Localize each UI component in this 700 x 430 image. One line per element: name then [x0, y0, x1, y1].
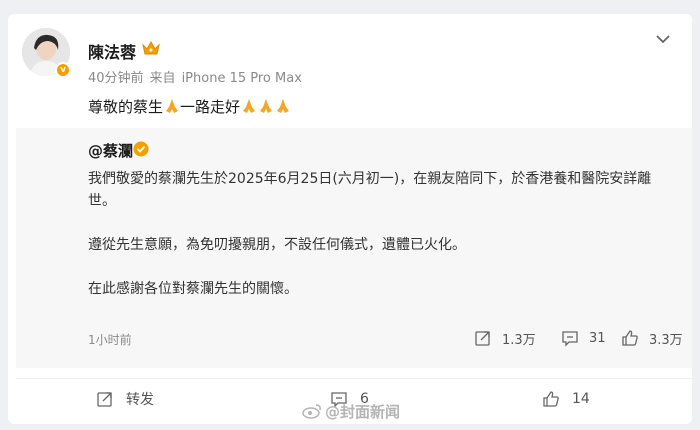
weibo-post-card: v 陳法蓉 40分钟前 来自 iPhone 15 Pro Max 尊敬的蔡生 一路走好…: [8, 14, 692, 424]
post-time[interactable]: 40分钟前: [88, 71, 144, 86]
watermark-text: @封面新闻: [325, 402, 401, 421]
verified-icon: [133, 141, 149, 157]
like-icon: [543, 391, 559, 407]
repost-author[interactable]: @蔡瀾: [88, 140, 133, 161]
repost-button-label: 转发: [126, 392, 154, 408]
pray-icon: [277, 99, 290, 113]
like-button[interactable]: 14: [542, 384, 590, 414]
weibo-logo-icon: [302, 404, 321, 419]
post-text: 尊敬的蔡生 一路走好: [88, 96, 291, 117]
divider: [16, 378, 692, 379]
post-text-mid: 一路走好: [180, 98, 241, 116]
post-meta: 40分钟前 来自 iPhone 15 Pro Max: [88, 67, 308, 86]
repost-stat-share[interactable]: 1.3万: [474, 328, 536, 348]
like-icon: [622, 330, 638, 346]
watermark: @封面新闻: [302, 400, 400, 422]
repost-stat-comment[interactable]: 31: [561, 328, 606, 348]
verified-badge-icon: v: [55, 62, 71, 78]
repost-body: 我們敬愛的蔡瀾先生於2025年6月25日(六月初一)，在親友陪同下，於香港養和醫…: [88, 168, 678, 322]
comment-icon: [562, 331, 578, 347]
like-count: 3.3万: [649, 332, 683, 348]
pray-icon: [243, 99, 256, 113]
repost-paragraph: 遵從先生意願，為免叨擾親朋，不設任何儀式，遺體已火化。: [88, 237, 466, 253]
repost-time[interactable]: 1小时前: [88, 331, 132, 348]
chevron-down-icon[interactable]: [655, 34, 671, 44]
repost-count: 1.3万: [502, 332, 536, 348]
repost-button[interactable]: 转发: [96, 384, 154, 414]
source-prefix: 来自: [149, 71, 176, 86]
author-name[interactable]: 陳法蓉: [88, 39, 136, 63]
repost-paragraph: 在此感謝各位對蔡瀾先生的關懷。: [88, 281, 298, 297]
repost-paragraph: 我們敬愛的蔡瀾先生於2025年6月25日(六月初一)，在親友陪同下，於香港養和醫…: [88, 171, 652, 209]
share-icon: [475, 331, 490, 346]
pray-icon: [260, 99, 273, 113]
like-button-count: 14: [572, 391, 590, 407]
pray-icon: [166, 99, 179, 113]
comment-count: 31: [589, 330, 606, 346]
post-text-main: 尊敬的蔡生: [88, 98, 164, 116]
repost-block[interactable]: @蔡瀾 我們敬愛的蔡瀾先生於2025年6月25日(六月初一)，在親友陪同下，於香…: [16, 128, 692, 368]
repost-stat-like[interactable]: 3.3万: [621, 328, 683, 348]
crown-icon: [142, 40, 160, 55]
device-source: iPhone 15 Pro Max: [181, 71, 302, 86]
share-icon: [97, 392, 112, 407]
